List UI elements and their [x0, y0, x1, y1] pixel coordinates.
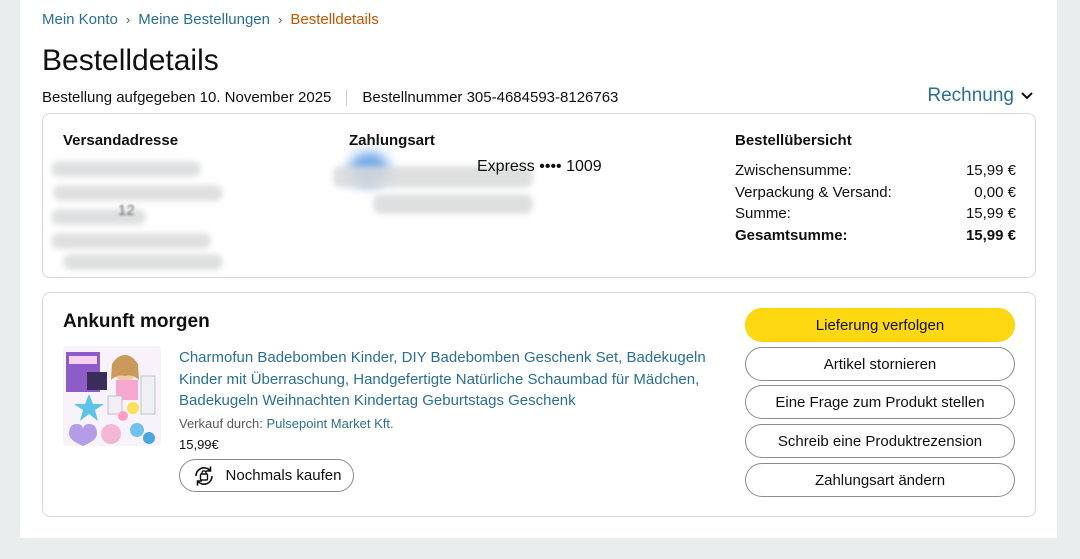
- page-title: Bestelldetails: [42, 44, 219, 77]
- breadcrumb-separator: ›: [278, 12, 283, 27]
- bath-bomb-kit-image: [63, 346, 161, 446]
- summary-row: Verpackung & Versand: 0,00 €: [735, 184, 1016, 201]
- summary-row: Zwischensumme: 15,99 €: [735, 162, 1016, 179]
- invoice-dropdown[interactable]: Rechnung: [927, 85, 1034, 107]
- meta-divider: [346, 89, 348, 106]
- track-delivery-button[interactable]: Lieferung verfolgen: [745, 308, 1015, 342]
- order-date: Bestellung aufgegeben 10. November 2025: [42, 89, 332, 106]
- breadcrumb-my-account[interactable]: Mein Konto: [42, 11, 118, 28]
- summary-value: 15,99 €: [965, 162, 1016, 179]
- buy-again-label: Nochmals kaufen: [225, 467, 342, 484]
- ask-question-button[interactable]: Eine Frage zum Produkt stellen: [745, 385, 1015, 419]
- summary-value: 15,99 €: [965, 227, 1016, 244]
- breadcrumb: Mein Konto › Meine Bestellungen › Bestel…: [42, 11, 379, 28]
- change-payment-button[interactable]: Zahlungsart ändern: [745, 463, 1015, 497]
- summary-value: 15,99 €: [965, 205, 1016, 222]
- summary-label: Zwischensumme:: [735, 162, 852, 179]
- summary-total-row: Gesamtsumme: 15,99 €: [735, 227, 1016, 244]
- buy-again-button[interactable]: Nochmals kaufen: [179, 459, 354, 492]
- summary-row: Summe: 15,99 €: [735, 205, 1016, 222]
- product-title-link[interactable]: Charmofun Badebomben Kinder, DIY Badebom…: [179, 347, 729, 412]
- shipment-box: Ankunft morgen Charmofun Badebomben Kind…: [42, 292, 1036, 517]
- order-info-box: Versandadresse 12 Zahlungsart Express ••…: [42, 113, 1036, 278]
- summary-label: Summe:: [735, 205, 791, 222]
- breadcrumb-my-orders[interactable]: Meine Bestellungen: [138, 11, 270, 28]
- seller-label: Verkauf durch:: [179, 416, 263, 431]
- summary-heading: Bestellübersicht: [735, 132, 852, 149]
- product-price: 15,99€: [179, 437, 219, 452]
- order-details-page: Mein Konto › Meine Bestellungen › Bestel…: [20, 0, 1057, 538]
- payment-heading: Zahlungsart: [349, 132, 435, 149]
- order-number: Bestellnummer 305-4684593-8126763: [362, 89, 619, 106]
- shipping-address-fragment: 12: [118, 202, 135, 219]
- summary-value: 0,00 €: [974, 184, 1016, 201]
- seller-link[interactable]: Pulsepoint Market Kft.: [266, 416, 393, 431]
- summary-label: Gesamtsumme:: [735, 227, 848, 244]
- order-meta: Bestellung aufgegeben 10. November 2025 …: [42, 89, 618, 106]
- cancel-item-button[interactable]: Artikel stornieren: [745, 347, 1015, 381]
- payment-card: Express •••• 1009: [477, 158, 602, 175]
- shipping-heading: Versandadresse: [63, 132, 179, 149]
- invoice-label: Rechnung: [927, 85, 1014, 106]
- breadcrumb-separator: ›: [125, 12, 131, 27]
- summary-label: Verpackung & Versand:: [735, 184, 892, 201]
- product-image[interactable]: [63, 346, 161, 446]
- reorder-bag-icon: [194, 466, 213, 485]
- payment-redacted-2: [373, 194, 533, 214]
- seller-line: Verkauf durch: Pulsepoint Market Kft.: [179, 416, 394, 431]
- chevron-down-icon: [1021, 92, 1033, 100]
- delivery-status: Ankunft morgen: [63, 311, 210, 332]
- write-review-button[interactable]: Schreib eine Produktrezension: [745, 424, 1015, 458]
- breadcrumb-current: Bestelldetails: [290, 11, 379, 28]
